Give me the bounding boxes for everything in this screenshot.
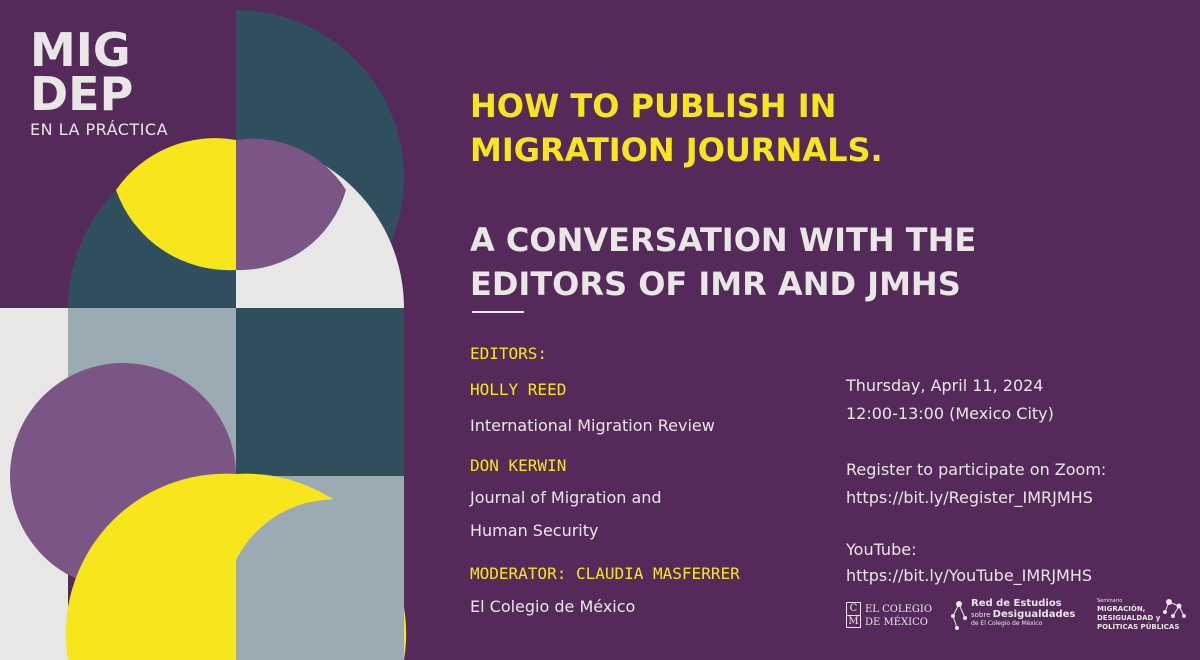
- editor-name-1: HOLLY REED: [470, 380, 567, 399]
- network-dots-icon: [951, 601, 967, 630]
- editor-affiliation-1: International Migration Review: [470, 416, 715, 435]
- colmex-seal-c: C: [849, 603, 858, 614]
- colmex-line-1: EL COLEGIO: [865, 604, 933, 615]
- seminario-line-3: POLÍTICAS PÚBLICAS: [1097, 623, 1180, 631]
- register-label: Register to participate on Zoom:: [846, 460, 1107, 479]
- moderator-label: MODERATOR: CLAUDIA MASFERRER: [470, 564, 740, 583]
- editors-label: EDITORS:: [470, 344, 548, 363]
- brand-subtitle: EN LA PRÁCTICA: [30, 120, 169, 139]
- red-line-2-small: sobre: [971, 611, 991, 619]
- brand-line-1: MIG: [30, 23, 131, 77]
- event-subtitle: A CONVERSATION WITH THE EDITORS OF IMR A…: [470, 218, 1180, 306]
- colmex-logo: C M EL COLEGIO DE MÉXICO: [846, 598, 936, 634]
- colmex-line-2: DE MÉXICO: [865, 617, 928, 628]
- youtube-label: YouTube:: [846, 540, 917, 559]
- red-estudios-logo: Red de Estudios sobre Desigualdades de E…: [949, 598, 1081, 638]
- red-estudios-text: Red de Estudios sobre Desigualdades de E…: [971, 598, 1075, 628]
- seminario-logo: Seminario MIGRACIÓN, DESIGUALDAD y POLÍT…: [1097, 598, 1192, 642]
- event-subtitle-line-1: A CONVERSATION WITH THE: [470, 221, 977, 259]
- youtube-link[interactable]: https://bit.ly/YouTube_IMRJMHS: [846, 562, 1092, 590]
- event-title: HOW TO PUBLISH IN MIGRATION JOURNALS.: [470, 84, 1180, 172]
- red-line-2: sobre Desigualdades: [971, 610, 1075, 620]
- editor-affiliation-2-line-1: Journal of Migration and: [470, 488, 662, 507]
- event-poster: MIG DEP EN LA PRÁCTICA HOW TO PUBLISH IN…: [0, 0, 1200, 660]
- red-line-3: de El Colegio de México: [971, 620, 1043, 627]
- event-time: 12:00-13:00 (Mexico City): [846, 404, 1054, 423]
- migdep-brand-logo: MIG DEP EN LA PRÁCTICA: [30, 23, 169, 141]
- event-subtitle-line-2: EDITORS OF IMR AND JMHS: [470, 265, 961, 303]
- colmex-seal-m: M: [847, 615, 860, 627]
- event-title-line-1: HOW TO PUBLISH IN: [470, 87, 837, 125]
- editor-affiliation-2-line-2: Human Security: [470, 521, 599, 540]
- red-line-2-big: Desigualdades: [992, 609, 1076, 620]
- editor-name-2: DON KERWIN: [470, 456, 567, 475]
- event-title-line-2: MIGRATION JOURNALS.: [470, 131, 883, 169]
- colmex-text: EL COLEGIO DE MÉXICO: [865, 603, 932, 629]
- moderator-affiliation: El Colegio de México: [470, 597, 636, 616]
- register-link[interactable]: https://bit.ly/Register_IMRJMHS: [846, 484, 1093, 512]
- colmex-seal-icon: C M: [846, 602, 861, 628]
- event-date: Thursday, April 11, 2024: [846, 376, 1044, 395]
- brand-line-2: DEP: [30, 67, 134, 121]
- decorative-underline: [472, 311, 524, 313]
- network-dots-icon: [1163, 599, 1186, 618]
